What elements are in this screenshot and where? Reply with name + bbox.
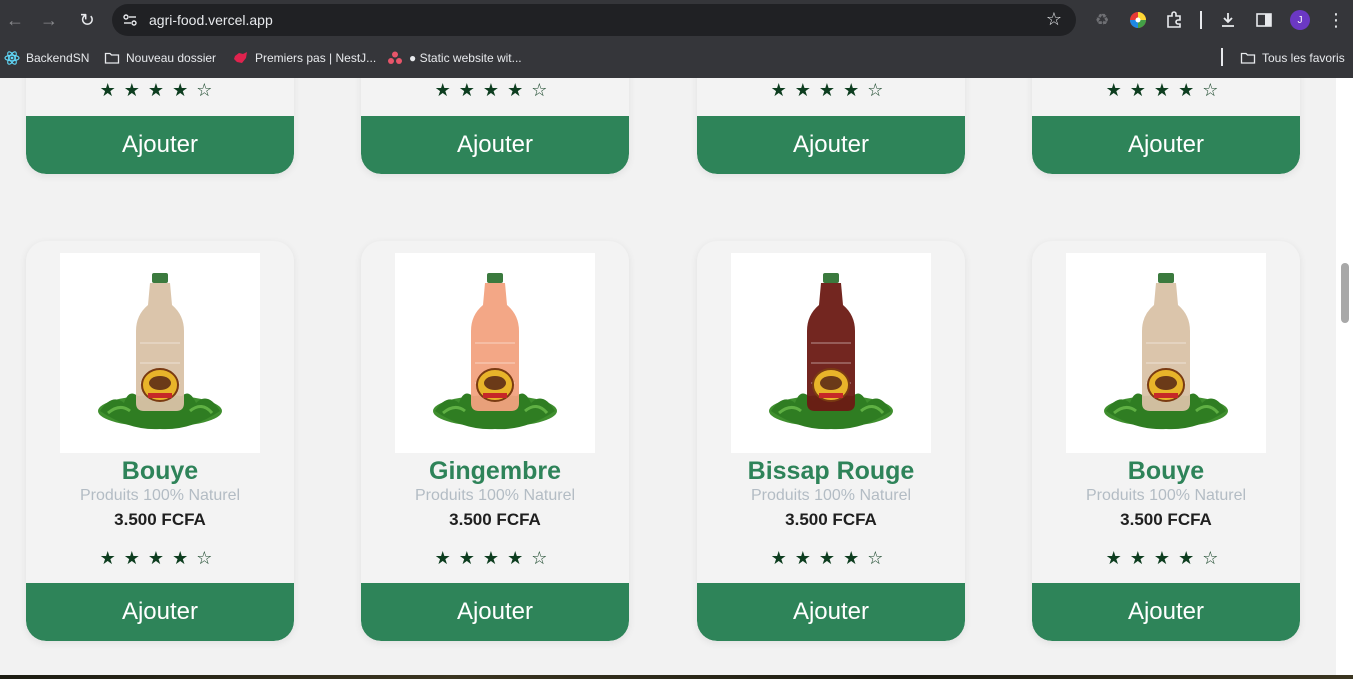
product-card: Bissap Rouge Produits 100% Naturel 3.500 F…	[697, 241, 965, 641]
product-card-partial: ★★★★☆ Ajouter	[697, 78, 965, 174]
add-button[interactable]: Ajouter	[1032, 583, 1300, 641]
toolbar-divider	[1200, 11, 1202, 29]
product-image[interactable]	[395, 253, 595, 453]
nestjs-cat-icon	[234, 52, 247, 63]
product-card: Gingembre Produits 100% Naturel 3.500 FCFA…	[361, 241, 629, 641]
bookmark-label: ● Static website wit...	[409, 51, 522, 65]
product-name: Bouye	[121, 457, 199, 485]
product-price: 3.500 FCFA	[1120, 510, 1212, 529]
bookmark-label: Tous les favoris	[1262, 51, 1345, 65]
product-image[interactable]	[731, 253, 931, 453]
url-text[interactable]: agri-food.vercel.app	[149, 12, 273, 28]
site-settings-icon[interactable]	[122, 12, 138, 28]
bookmark-nestjs[interactable]: Premiers pas | NestJ...	[233, 49, 376, 67]
bookmark-label: Nouveau dossier	[126, 51, 217, 65]
product-price: 3.500 FCFA	[114, 510, 206, 529]
product-name: Bissap Rouge	[747, 457, 915, 485]
react-atom-icon	[4, 51, 20, 65]
add-button[interactable]: Ajouter	[361, 116, 629, 174]
side-panel-icon[interactable]	[1254, 10, 1274, 30]
product-subtitle: Produits 100% Naturel	[414, 487, 576, 504]
folder-icon	[104, 52, 120, 64]
product-subtitle: Produits 100% Naturel	[1085, 487, 1247, 504]
bookmark-nouveau-dossier[interactable]: Nouveau dossier	[104, 49, 216, 67]
menu-kebab-icon[interactable]: ⋮	[1326, 10, 1346, 30]
add-button[interactable]: Ajouter	[1032, 116, 1300, 174]
bottle-illustration	[98, 273, 222, 430]
rating-stars: ★★★★☆	[770, 548, 892, 568]
rating-stars: ★★★★☆	[99, 80, 221, 100]
rating-stars: ★★★★☆	[434, 80, 556, 100]
bookmarks-divider	[1221, 48, 1223, 66]
bottle-illustration	[1104, 273, 1228, 430]
bookmark-label: Premiers pas | NestJ...	[255, 51, 377, 65]
bottle-illustration	[769, 273, 893, 430]
product-name: Gingembre	[429, 457, 561, 485]
bookmarks-bar: BackendSN Nouveau dossier Premiers pas |…	[0, 40, 1353, 76]
product-price: 3.500 FCFA	[785, 510, 877, 529]
rating-stars: ★★★★☆	[1105, 80, 1227, 100]
add-button[interactable]: Ajouter	[26, 583, 294, 641]
product-name: Bouye	[1127, 457, 1205, 485]
bookmark-star-icon[interactable]: ☆	[1046, 10, 1062, 28]
browser-toolbar: ← → ↻ agri-food.vercel.app ☆ ♻ J ⋮	[0, 0, 1353, 40]
color-wheel-extension-icon[interactable]	[1128, 10, 1148, 30]
product-subtitle: Produits 100% Naturel	[750, 487, 912, 504]
product-card-partial: ★★★★☆ Ajouter	[361, 78, 629, 174]
taskbar-edge	[0, 675, 1353, 679]
browser-chrome: ← → ↻ agri-food.vercel.app ☆ ♻ J ⋮ Backe…	[0, 0, 1353, 78]
folder-icon	[1240, 52, 1256, 64]
product-price: 3.500 FCFA	[449, 510, 541, 529]
product-grid: ★★★★☆ Ajouter ★★★★☆ Ajouter ★★★★☆ Ajoute…	[0, 78, 1336, 679]
extensions-puzzle-icon[interactable]	[1164, 10, 1184, 30]
rating-stars: ★★★★☆	[99, 548, 221, 568]
add-button[interactable]: Ajouter	[697, 116, 965, 174]
product-card-partial: ★★★★☆ Ajouter	[1032, 78, 1300, 174]
back-arrow-icon[interactable]: ←	[3, 8, 27, 32]
rating-stars: ★★★★☆	[1105, 548, 1227, 568]
address-bar[interactable]: agri-food.vercel.app ☆	[112, 4, 1076, 36]
recycle-extension-icon[interactable]: ♻	[1092, 10, 1112, 30]
add-button[interactable]: Ajouter	[697, 583, 965, 641]
vertical-scrollbar[interactable]	[1336, 78, 1353, 679]
profile-avatar[interactable]: J	[1290, 10, 1310, 30]
all-bookmarks-folder[interactable]: Tous les favoris	[1240, 49, 1345, 67]
add-button[interactable]: Ajouter	[361, 583, 629, 641]
add-button[interactable]: Ajouter	[26, 116, 294, 174]
cluster-dots-icon	[388, 51, 402, 64]
reload-icon[interactable]: ↻	[75, 8, 99, 32]
bottle-illustration	[433, 273, 557, 430]
bookmark-label: BackendSN	[26, 51, 90, 65]
product-image[interactable]	[1066, 253, 1266, 453]
scrollbar-thumb[interactable]	[1341, 263, 1349, 323]
bookmark-backendsn[interactable]: BackendSN	[4, 49, 89, 67]
rating-stars: ★★★★☆	[770, 80, 892, 100]
bookmark-static-website[interactable]: ● Static website wit...	[387, 49, 522, 67]
download-icon[interactable]	[1218, 10, 1238, 30]
product-image[interactable]	[60, 253, 260, 453]
product-card: Bouye Produits 100% Naturel 3.500 FCFA ★★★★…	[26, 241, 294, 641]
product-card: Bouye Produits 100% Naturel 3.500 FCFA ★★★★…	[1032, 241, 1300, 641]
rating-stars: ★★★★☆	[434, 548, 556, 568]
product-card-partial: ★★★★☆ Ajouter	[26, 78, 294, 174]
forward-arrow-icon[interactable]: →	[37, 8, 61, 32]
product-subtitle: Produits 100% Naturel	[79, 487, 241, 504]
